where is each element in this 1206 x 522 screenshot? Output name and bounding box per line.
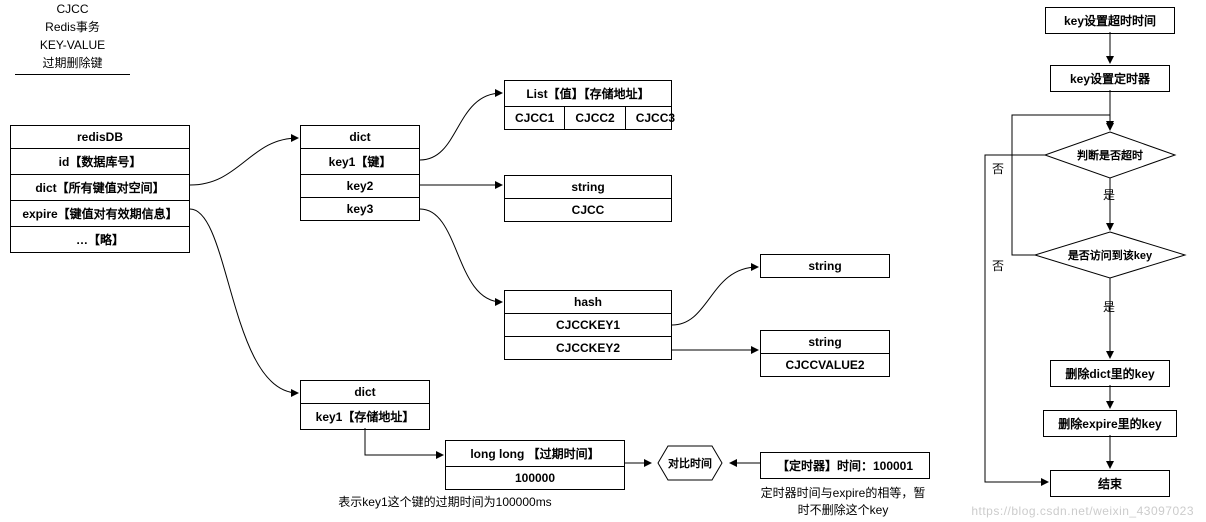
redisdb-header: redisDB — [11, 126, 189, 149]
subhash1-box: string — [760, 254, 890, 278]
list-c1: CJCC1 — [505, 107, 565, 129]
dict1-header: dict — [301, 126, 419, 149]
dict2-box: dict key1【存储地址】 — [300, 380, 430, 430]
string1-header: string — [505, 176, 671, 199]
hash-box: hash CJCCKEY1 CJCCKEY2 — [504, 290, 672, 360]
flow-yes2: 是 — [1103, 298, 1115, 315]
longlong-val: 100000 — [446, 467, 624, 489]
flow-s5: 结束 — [1050, 470, 1170, 497]
diagram-title: CJCC Redis事务 KEY-VALUE 过期删除键 — [15, 0, 130, 75]
note2: 定时器时间与expire的相等，暂 时不删除这个key — [738, 485, 948, 519]
dict1-r2: key2 — [301, 175, 419, 198]
list-box: List【值】【存储地址】 CJCC1 CJCC2 CJCC3 — [504, 80, 672, 130]
redisdb-r1: id【数据库号】 — [11, 149, 189, 175]
string1-val: CJCC — [505, 199, 671, 221]
subhash1-label: string — [808, 259, 841, 273]
flow-d2: 是否访问到该key — [1033, 230, 1187, 280]
flow-s3: 删除dict里的key — [1050, 360, 1170, 387]
timer-box: 【定时器】时间：100001 — [760, 452, 930, 479]
redisdb-r3: expire【键值对有效期信息】 — [11, 201, 189, 227]
flow-s2: key设置定时器 — [1050, 65, 1170, 92]
flow-d1-text: 判断是否超时 — [1043, 130, 1177, 180]
dict2-r1: key1【存储地址】 — [301, 404, 429, 429]
subhash2-header: string — [761, 331, 889, 354]
flow-d1: 判断是否超时 — [1043, 130, 1177, 180]
note2a: 定时器时间与expire的相等，暂 — [761, 486, 926, 500]
flow-d2-text: 是否访问到该key — [1033, 230, 1187, 280]
subhash2-val: CJCCVALUE2 — [761, 354, 889, 376]
longlong-header: long long 【过期时间】 — [446, 441, 624, 467]
title-l4: 过期删除键 — [15, 54, 130, 72]
compare-label: 对比时间 — [648, 444, 732, 482]
list-header: List【值】【存储地址】 — [505, 81, 671, 107]
dict2-header: dict — [301, 381, 429, 404]
title-l1: CJCC — [15, 0, 130, 18]
longlong-box: long long 【过期时间】 100000 — [445, 440, 625, 490]
redisdb-r2: dict【所有键值对空间】 — [11, 175, 189, 201]
timer-label: 【定时器】时间：100001 — [777, 459, 913, 473]
redisdb-r4: …【略】 — [11, 227, 189, 252]
redisdb-box: redisDB id【数据库号】 dict【所有键值对空间】 expire【键值… — [10, 125, 190, 253]
subhash2-box: string CJCCVALUE2 — [760, 330, 890, 377]
title-l2: Redis事务 — [15, 18, 130, 36]
hash-header: hash — [505, 291, 671, 314]
hash-r2: CJCCKEY2 — [505, 337, 671, 359]
hash-r1: CJCCKEY1 — [505, 314, 671, 337]
note1: 表示key1这个键的过期时间为100000ms — [280, 493, 610, 510]
list-c2: CJCC2 — [565, 107, 625, 129]
flow-s4: 删除expire里的key — [1043, 410, 1177, 437]
flow-no1: 否 — [992, 160, 1004, 177]
note2b: 时不删除这个key — [798, 503, 889, 517]
dict1-r1: key1【键】 — [301, 149, 419, 175]
flow-s1: key设置超时时间 — [1045, 7, 1175, 34]
watermark: https://blog.csdn.net/weixin_43097023 — [971, 504, 1194, 518]
flow-yes1: 是 — [1103, 186, 1115, 203]
dict1-box: dict key1【键】 key2 key3 — [300, 125, 420, 221]
title-l3: KEY-VALUE — [15, 36, 130, 54]
string1-box: string CJCC — [504, 175, 672, 222]
dict1-r3: key3 — [301, 198, 419, 220]
compare-diamond: 对比时间 — [648, 444, 732, 482]
flow-no2: 否 — [992, 257, 1004, 274]
list-c3: CJCC3 — [626, 107, 685, 129]
